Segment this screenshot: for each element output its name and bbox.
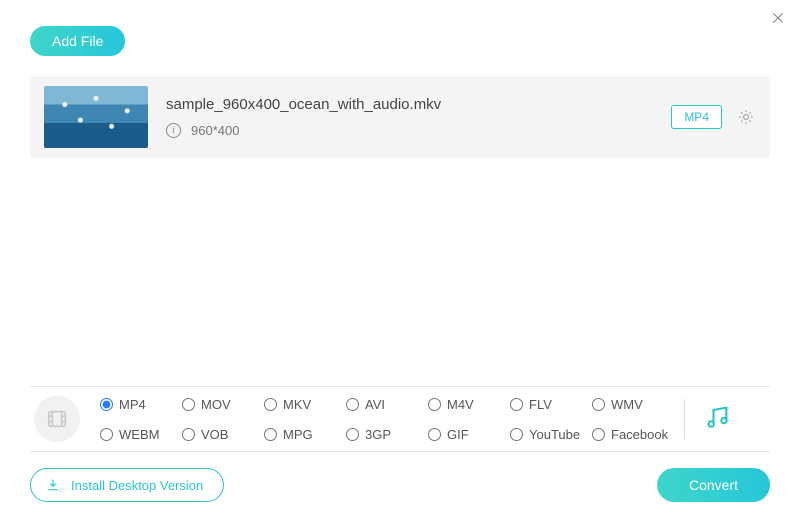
download-icon	[45, 477, 61, 493]
format-label: FLV	[529, 397, 552, 412]
format-radio[interactable]	[428, 398, 441, 411]
format-label: WMV	[611, 397, 643, 412]
format-option-wmv[interactable]: WMV	[592, 397, 674, 412]
format-option-mov[interactable]: MOV	[182, 397, 264, 412]
format-radio[interactable]	[264, 428, 277, 441]
format-radio[interactable]	[510, 428, 523, 441]
close-icon	[770, 10, 786, 26]
format-option-mpg[interactable]: MPG	[264, 427, 346, 442]
format-label: Facebook	[611, 427, 668, 442]
format-radio[interactable]	[592, 428, 605, 441]
music-icon	[703, 403, 731, 431]
audio-formats-tab[interactable]	[703, 403, 731, 436]
format-label: MOV	[201, 397, 231, 412]
format-option-webm[interactable]: WEBM	[100, 427, 182, 442]
format-option-mp4[interactable]: MP4	[100, 397, 182, 412]
format-radio[interactable]	[428, 428, 441, 441]
format-label: AVI	[365, 397, 385, 412]
format-option-vob[interactable]: VOB	[182, 427, 264, 442]
format-radio[interactable]	[100, 398, 113, 411]
install-desktop-button[interactable]: Install Desktop Version	[30, 468, 224, 502]
format-label: 3GP	[365, 427, 391, 442]
format-option-flv[interactable]: FLV	[510, 397, 592, 412]
gear-icon	[737, 108, 755, 126]
format-radio[interactable]	[100, 428, 113, 441]
format-label: MKV	[283, 397, 311, 412]
add-file-button[interactable]: Add File	[30, 26, 125, 56]
format-option-facebook[interactable]: Facebook	[592, 427, 674, 442]
format-grid: MP4 MOV MKV AVI M4V FLV WMV WEBM VOB MPG 3GP GIF You…	[100, 392, 674, 446]
format-label: YouTube	[529, 427, 580, 442]
format-label: M4V	[447, 397, 474, 412]
format-option-mkv[interactable]: MKV	[264, 397, 346, 412]
format-radio[interactable]	[182, 428, 195, 441]
install-desktop-label: Install Desktop Version	[71, 478, 203, 493]
format-option-m4v[interactable]: M4V	[428, 397, 510, 412]
format-option-avi[interactable]: AVI	[346, 397, 428, 412]
format-radio[interactable]	[182, 398, 195, 411]
file-name: sample_960x400_ocean_with_audio.mkv	[166, 96, 671, 113]
file-item: sample_960x400_ocean_with_audio.mkv i 96…	[30, 76, 770, 158]
format-label: MPG	[283, 427, 313, 442]
format-label: MP4	[119, 397, 146, 412]
format-radio[interactable]	[346, 428, 359, 441]
file-thumbnail	[44, 86, 148, 148]
info-icon[interactable]: i	[166, 123, 181, 138]
format-radio[interactable]	[592, 398, 605, 411]
format-radio[interactable]	[510, 398, 523, 411]
format-option-gif[interactable]: GIF	[428, 427, 510, 442]
film-icon	[45, 408, 69, 430]
format-label: VOB	[201, 427, 228, 442]
file-dimensions: 960*400	[191, 123, 239, 138]
settings-button[interactable]	[736, 107, 756, 127]
convert-button[interactable]: Convert	[657, 468, 770, 502]
format-label: WEBM	[119, 427, 159, 442]
format-label: GIF	[447, 427, 469, 442]
bottom-bar: Install Desktop Version Convert	[30, 468, 770, 502]
separator	[684, 399, 685, 439]
output-format-badge[interactable]: MP4	[671, 105, 722, 129]
format-option-3gp[interactable]: 3GP	[346, 427, 428, 442]
format-selection-bar: MP4 MOV MKV AVI M4V FLV WMV WEBM VOB MPG 3GP GIF You…	[30, 386, 770, 452]
video-formats-tab[interactable]	[34, 396, 80, 442]
format-radio[interactable]	[346, 398, 359, 411]
format-radio[interactable]	[264, 398, 277, 411]
format-option-youtube[interactable]: YouTube	[510, 427, 592, 442]
close-button[interactable]	[766, 6, 790, 30]
